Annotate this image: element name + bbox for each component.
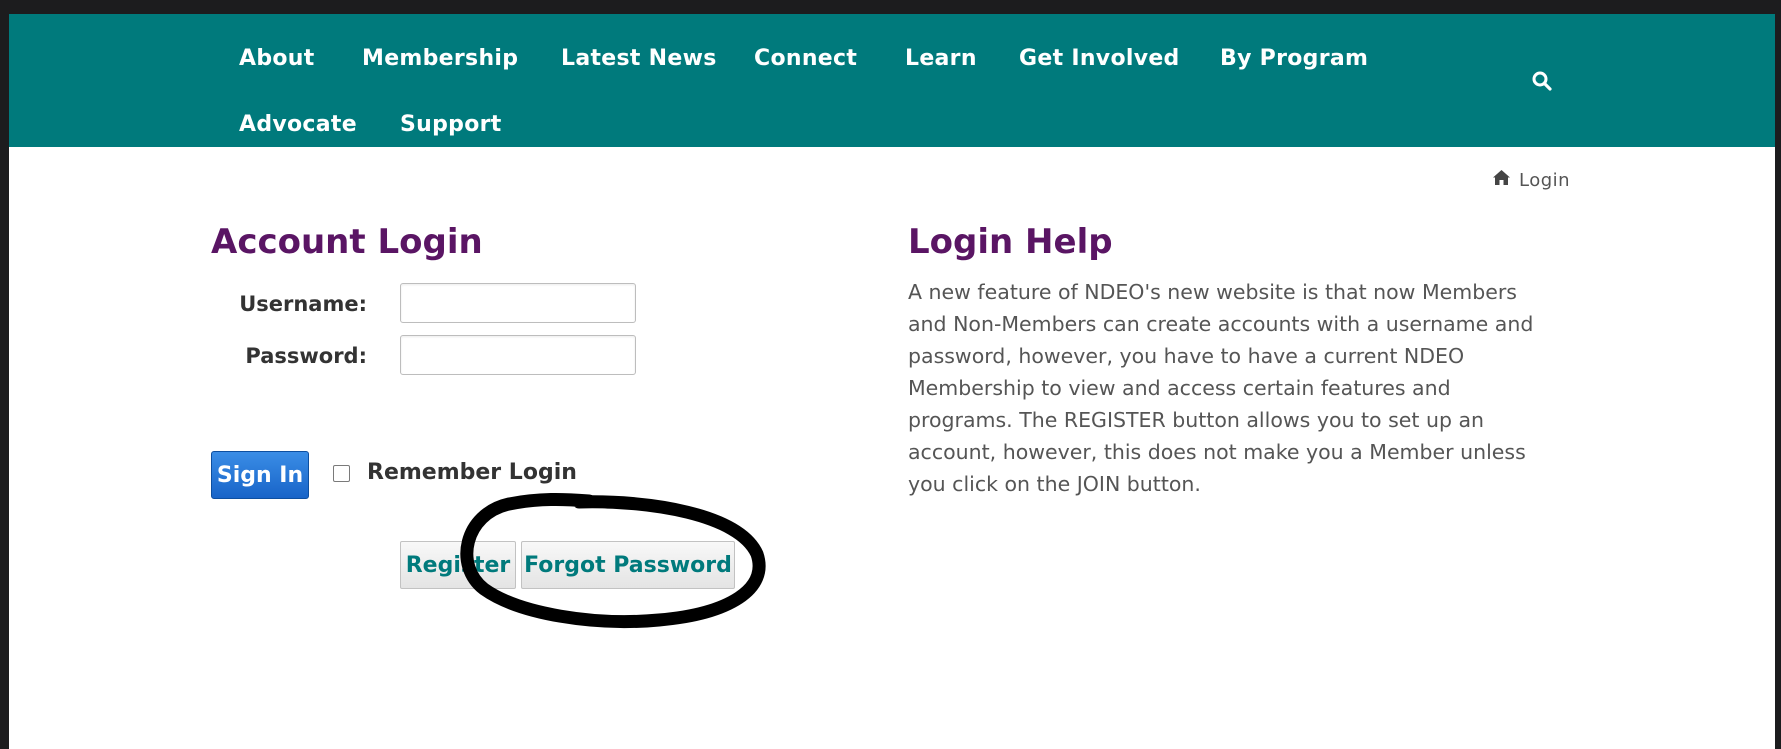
nav-item-latest-news[interactable]: Latest News xyxy=(561,46,717,71)
search-icon[interactable] xyxy=(1531,70,1553,92)
nav-item-advocate[interactable]: Advocate xyxy=(239,112,357,137)
nav-item-get-involved[interactable]: Get Involved xyxy=(1019,46,1180,71)
page: About Membership Latest News Connect Lea… xyxy=(9,14,1775,749)
remember-login-checkbox[interactable] xyxy=(333,465,350,482)
nav-item-membership[interactable]: Membership xyxy=(362,46,518,71)
account-login-title: Account Login xyxy=(211,222,483,262)
top-navbar: About Membership Latest News Connect Lea… xyxy=(9,14,1775,147)
remember-login-label: Remember Login xyxy=(367,460,577,485)
nav-item-connect[interactable]: Connect xyxy=(754,46,857,71)
breadcrumb-current: Login xyxy=(1519,169,1571,191)
nav-item-learn[interactable]: Learn xyxy=(905,46,977,71)
breadcrumb: Login xyxy=(1492,169,1570,191)
password-label: Password: xyxy=(245,344,367,368)
username-input[interactable] xyxy=(400,283,636,323)
sign-in-button[interactable]: Sign In xyxy=(211,451,309,499)
forgot-password-button[interactable]: Forgot Password xyxy=(521,541,735,589)
home-icon[interactable] xyxy=(1492,169,1511,191)
login-help-text: A new feature of NDEO's new website is t… xyxy=(908,280,1534,496)
nav-item-by-program[interactable]: By Program xyxy=(1220,46,1368,71)
nav-item-support[interactable]: Support xyxy=(400,112,502,137)
password-input[interactable] xyxy=(400,335,636,375)
nav-item-about[interactable]: About xyxy=(239,46,315,71)
register-button[interactable]: Register xyxy=(400,541,516,589)
username-label: Username: xyxy=(239,292,367,316)
login-help-title: Login Help xyxy=(908,222,1113,262)
